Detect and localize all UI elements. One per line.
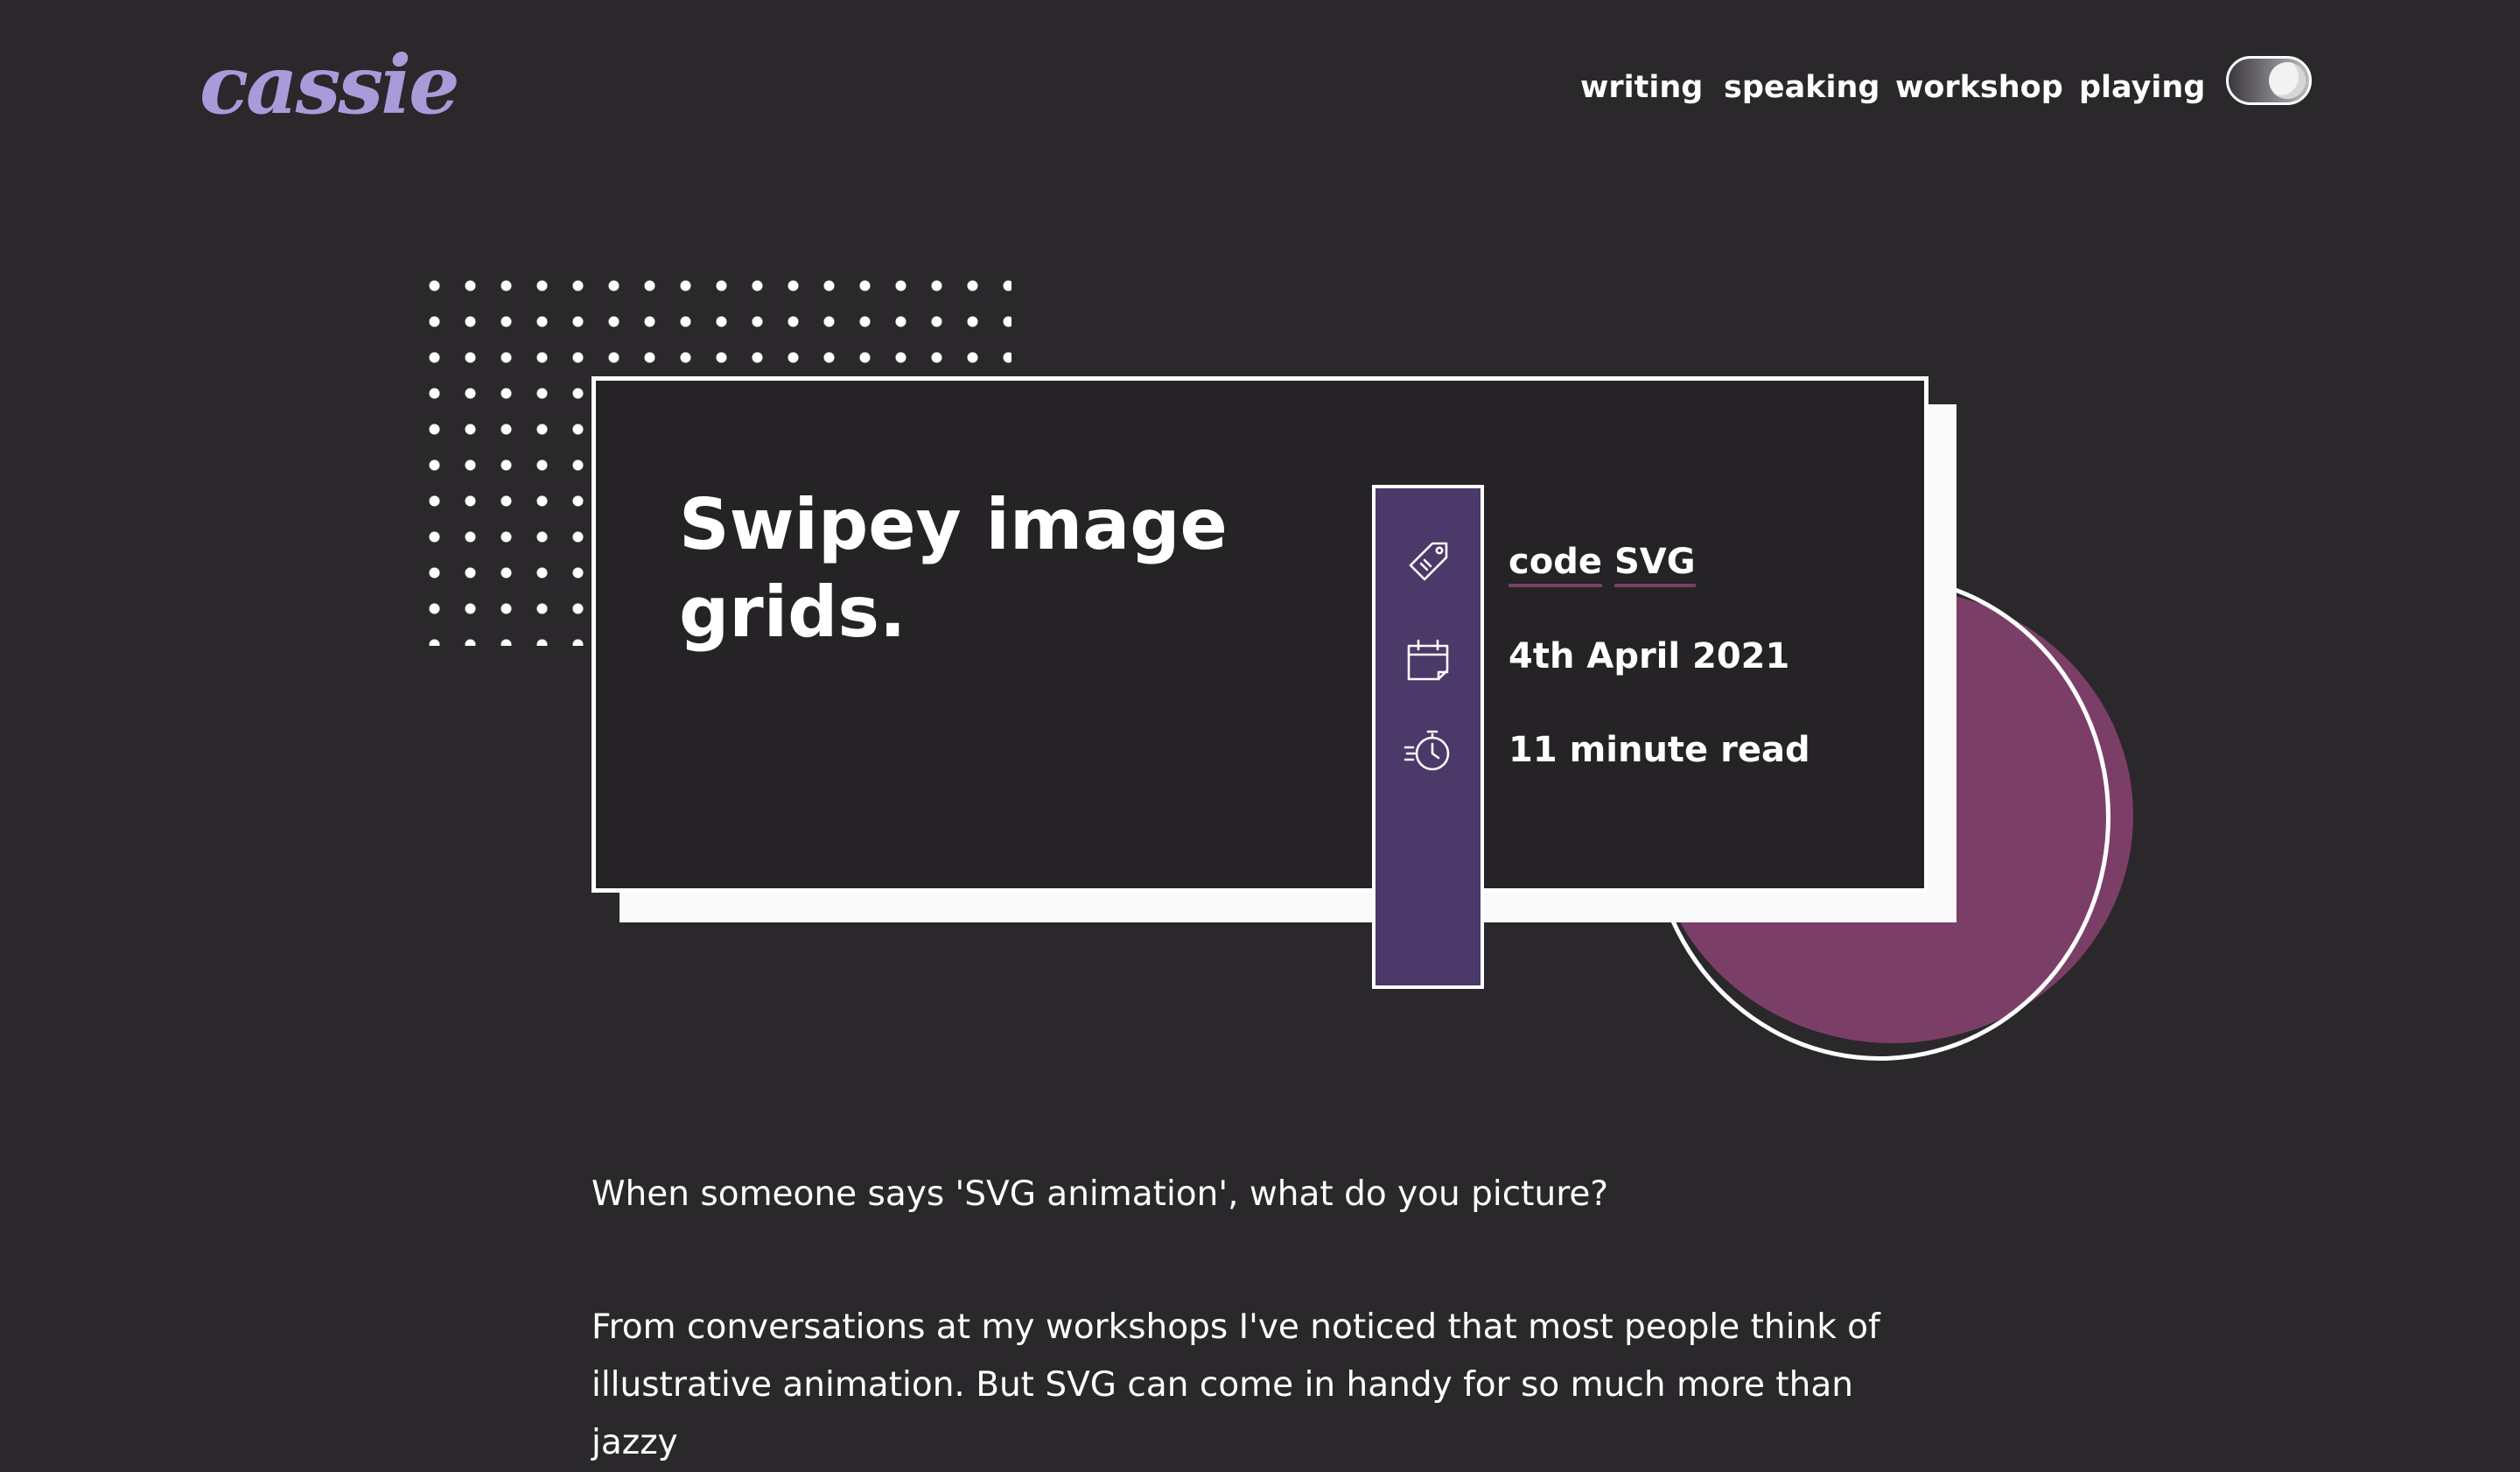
article-paragraph: From conversations at my workshops I've … [592, 1307, 1880, 1462]
nav-item-writing[interactable]: writing [1580, 65, 1703, 110]
tag-icon [1409, 542, 1448, 581]
post-tags: code SVG [1508, 536, 1708, 588]
article-paragraph: When someone says 'SVG animation', what … [592, 1174, 1609, 1214]
theme-toggle[interactable] [2226, 56, 2312, 105]
nav-item-playing[interactable]: playing [2079, 65, 2205, 110]
site-logo[interactable]: cassie [200, 37, 460, 133]
nav-item-workshop[interactable]: workshop [1895, 65, 2063, 110]
stopwatch-icon [1404, 730, 1450, 771]
tag-link-code[interactable]: code [1508, 542, 1602, 587]
post-read-time: 11 minute read [1508, 730, 1810, 770]
tag-link-svg[interactable]: SVG [1614, 542, 1696, 587]
nav-item-speaking[interactable]: speaking [1724, 65, 1880, 110]
post-date: 4th April 2021 [1508, 636, 1790, 676]
post-title: Swipey image grids. [679, 484, 1228, 653]
toggle-knob [2269, 62, 2306, 99]
calendar-icon [1407, 639, 1449, 681]
